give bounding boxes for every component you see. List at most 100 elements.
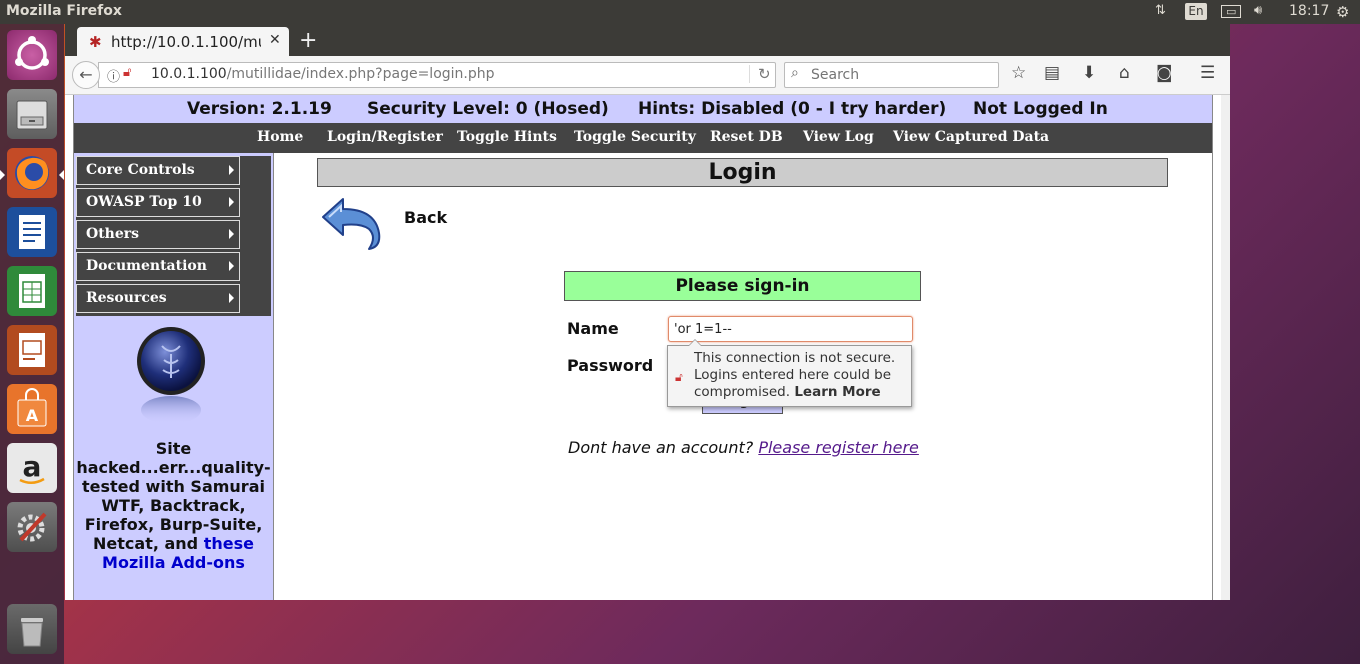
name-label: Name — [567, 319, 619, 338]
svg-text:A: A — [26, 406, 39, 425]
mutillidae-page: Version: 2.1.19 Security Level: 0 (Hosed… — [73, 95, 1213, 600]
amazon-logo-icon: a — [19, 450, 45, 484]
settings-gear-wrench-icon — [17, 512, 47, 542]
trash-bin-icon — [21, 618, 43, 647]
version-text: Version: 2.1.19 — [187, 99, 332, 119]
close-tab-icon[interactable]: ✕ — [269, 32, 281, 48]
menu-login-register[interactable]: Login/Register — [327, 129, 443, 145]
learn-more-link[interactable]: Learn More — [794, 384, 880, 400]
url-bar[interactable]: ⓘ 🔓︎ 10.0.1.100/mutillidae/index.php?pag… — [98, 62, 776, 88]
files-icon[interactable] — [7, 89, 57, 139]
nav-toolbar: ⓘ 🔓︎ 10.0.1.100/mutillidae/index.php?pag… — [65, 56, 1230, 95]
software-bag-icon: A — [17, 388, 47, 427]
home-icon[interactable]: ⌂ — [1119, 63, 1130, 83]
reading-list-icon[interactable]: ▤ — [1044, 63, 1060, 83]
system-settings-icon[interactable] — [7, 502, 57, 552]
search-input[interactable] — [809, 65, 993, 85]
battery-icon[interactable]: ▭ — [1221, 5, 1242, 18]
ubuntu-logo-icon — [15, 36, 49, 70]
top-menu: Home Login/Register Toggle Hints Toggle … — [74, 123, 1212, 153]
signin-header: Please sign-in — [564, 271, 921, 301]
unity-launcher: A a — [0, 24, 64, 664]
sidebar-item-owasp-top-10[interactable]: OWASP Top 10 — [76, 188, 240, 217]
pocket-icon[interactable]: ◙ — [1156, 63, 1173, 83]
menu-reset-db[interactable]: Reset DB — [710, 129, 783, 145]
downloads-icon[interactable]: ⬇ — [1082, 63, 1096, 83]
insecure-login-warning: 🔓︎ This connection is not secure. Logins… — [667, 339, 912, 407]
sidebar-item-documentation[interactable]: Documentation — [76, 252, 240, 281]
sidebar-item-label: Core Controls — [86, 162, 195, 178]
url-host: 10.0.1.100 — [151, 66, 227, 82]
libreoffice-impress-icon[interactable] — [7, 325, 57, 375]
search-icon: ⌕ — [791, 65, 799, 81]
page-title: Login — [317, 158, 1168, 187]
tab-title: http://10.0.1.100/mutilli — [111, 33, 261, 51]
firefox-icon[interactable] — [7, 148, 57, 198]
register-prompt-text: Dont have an account? — [568, 438, 754, 457]
hamburger-menu-icon[interactable]: ☰ — [1200, 63, 1215, 83]
menu-toggle-hints[interactable]: Toggle Hints — [457, 129, 557, 145]
network-icon[interactable]: ⇅ — [1155, 3, 1166, 18]
menu-view-log[interactable]: View Log — [803, 129, 874, 145]
top-panel: Mozilla Firefox ⇅ En ▭ 🔊︎ 18:17 ⚙ — [0, 0, 1360, 24]
username-field[interactable] — [668, 316, 913, 342]
libreoffice-writer-icon[interactable] — [7, 207, 57, 257]
sidebar-item-others[interactable]: Others — [76, 220, 240, 249]
tab-bar: ✱ http://10.0.1.100/mutilli ✕ + — [65, 24, 1230, 56]
menu-toggle-security[interactable]: Toggle Security — [574, 129, 696, 145]
owasp-logo-icon — [137, 327, 205, 424]
status-bar: Version: 2.1.19 Security Level: 0 (Hosed… — [74, 95, 1212, 123]
writer-document-icon — [19, 215, 45, 249]
volume-icon[interactable]: 🔊︎ — [1254, 3, 1262, 18]
sidebar-item-label: Others — [86, 226, 140, 242]
sidebar-item-label: OWASP Top 10 — [86, 194, 202, 210]
sidebar: Core Controls OWASP Top 10 Others Docume… — [74, 153, 274, 600]
power-gear-icon[interactable]: ⚙ — [1336, 3, 1349, 21]
hints-text: Hints: Disabled (0 - I try harder) — [638, 99, 947, 119]
vertical-scrollbar[interactable] — [1221, 95, 1230, 600]
url-path: /mutillidae/index.php?page=login.php — [226, 66, 495, 82]
main-area: Login Back Please sign-in Name Password … — [274, 153, 1212, 600]
register-link[interactable]: Please register here — [758, 438, 919, 457]
amazon-icon[interactable]: a — [7, 443, 57, 493]
sidebar-item-resources[interactable]: Resources — [76, 284, 240, 313]
firefox-logo-icon — [15, 156, 49, 190]
sidebar-credits: Site hacked...err...quality-tested with … — [76, 439, 271, 572]
page-content: Version: 2.1.19 Security Level: 0 (Hosed… — [65, 95, 1230, 600]
back-arrow-icon[interactable] — [319, 193, 385, 253]
new-tab-plus-icon[interactable]: + — [299, 28, 317, 53]
sidebar-item-label: Documentation — [86, 258, 207, 274]
submenu-arrow-icon — [229, 293, 234, 303]
menu-view-captured-data[interactable]: View Captured Data — [893, 129, 1049, 145]
menu-home[interactable]: Home — [257, 129, 303, 145]
password-label: Password — [567, 356, 654, 375]
insecure-lock-icon[interactable]: 🔓︎ — [123, 65, 131, 80]
focus-indicator-icon — [59, 170, 64, 180]
info-icon[interactable]: ⓘ — [107, 66, 120, 85]
ubuntu-dash-icon[interactable] — [7, 30, 57, 80]
file-cabinet-icon — [16, 100, 48, 130]
back-link[interactable]: Back — [404, 208, 447, 227]
bookmark-star-icon[interactable]: ☆ — [1011, 63, 1026, 83]
search-bar[interactable]: ⌕ — [784, 62, 999, 88]
active-indicator-icon — [0, 170, 5, 180]
impress-presentation-icon — [19, 333, 45, 367]
submenu-arrow-icon — [229, 165, 234, 175]
window-title: Mozilla Firefox — [6, 3, 122, 19]
insecure-lock-icon: 🔓︎ — [675, 370, 683, 384]
ubuntu-software-icon[interactable]: A — [7, 384, 57, 434]
clock[interactable]: 18:17 — [1289, 3, 1329, 19]
back-button[interactable]: ← — [72, 61, 100, 89]
trash-icon[interactable] — [7, 604, 57, 654]
sidebar-item-label: Resources — [86, 290, 167, 306]
url-text[interactable]: 10.0.1.100/mutillidae/index.php?page=log… — [151, 66, 495, 82]
libreoffice-calc-icon[interactable] — [7, 266, 57, 316]
keyboard-layout-indicator[interactable]: En — [1185, 3, 1207, 20]
submenu-arrow-icon — [229, 197, 234, 207]
back-arrow-icon: ← — [79, 65, 93, 84]
security-level-text: Security Level: 0 (Hosed) — [367, 99, 609, 119]
sidebar-item-core-controls[interactable]: Core Controls — [76, 156, 240, 185]
login-status-text: Not Logged In — [973, 99, 1108, 119]
tab-mutillidae[interactable]: ✱ http://10.0.1.100/mutilli ✕ — [77, 27, 289, 56]
reload-icon[interactable]: ↻ — [749, 65, 771, 83]
